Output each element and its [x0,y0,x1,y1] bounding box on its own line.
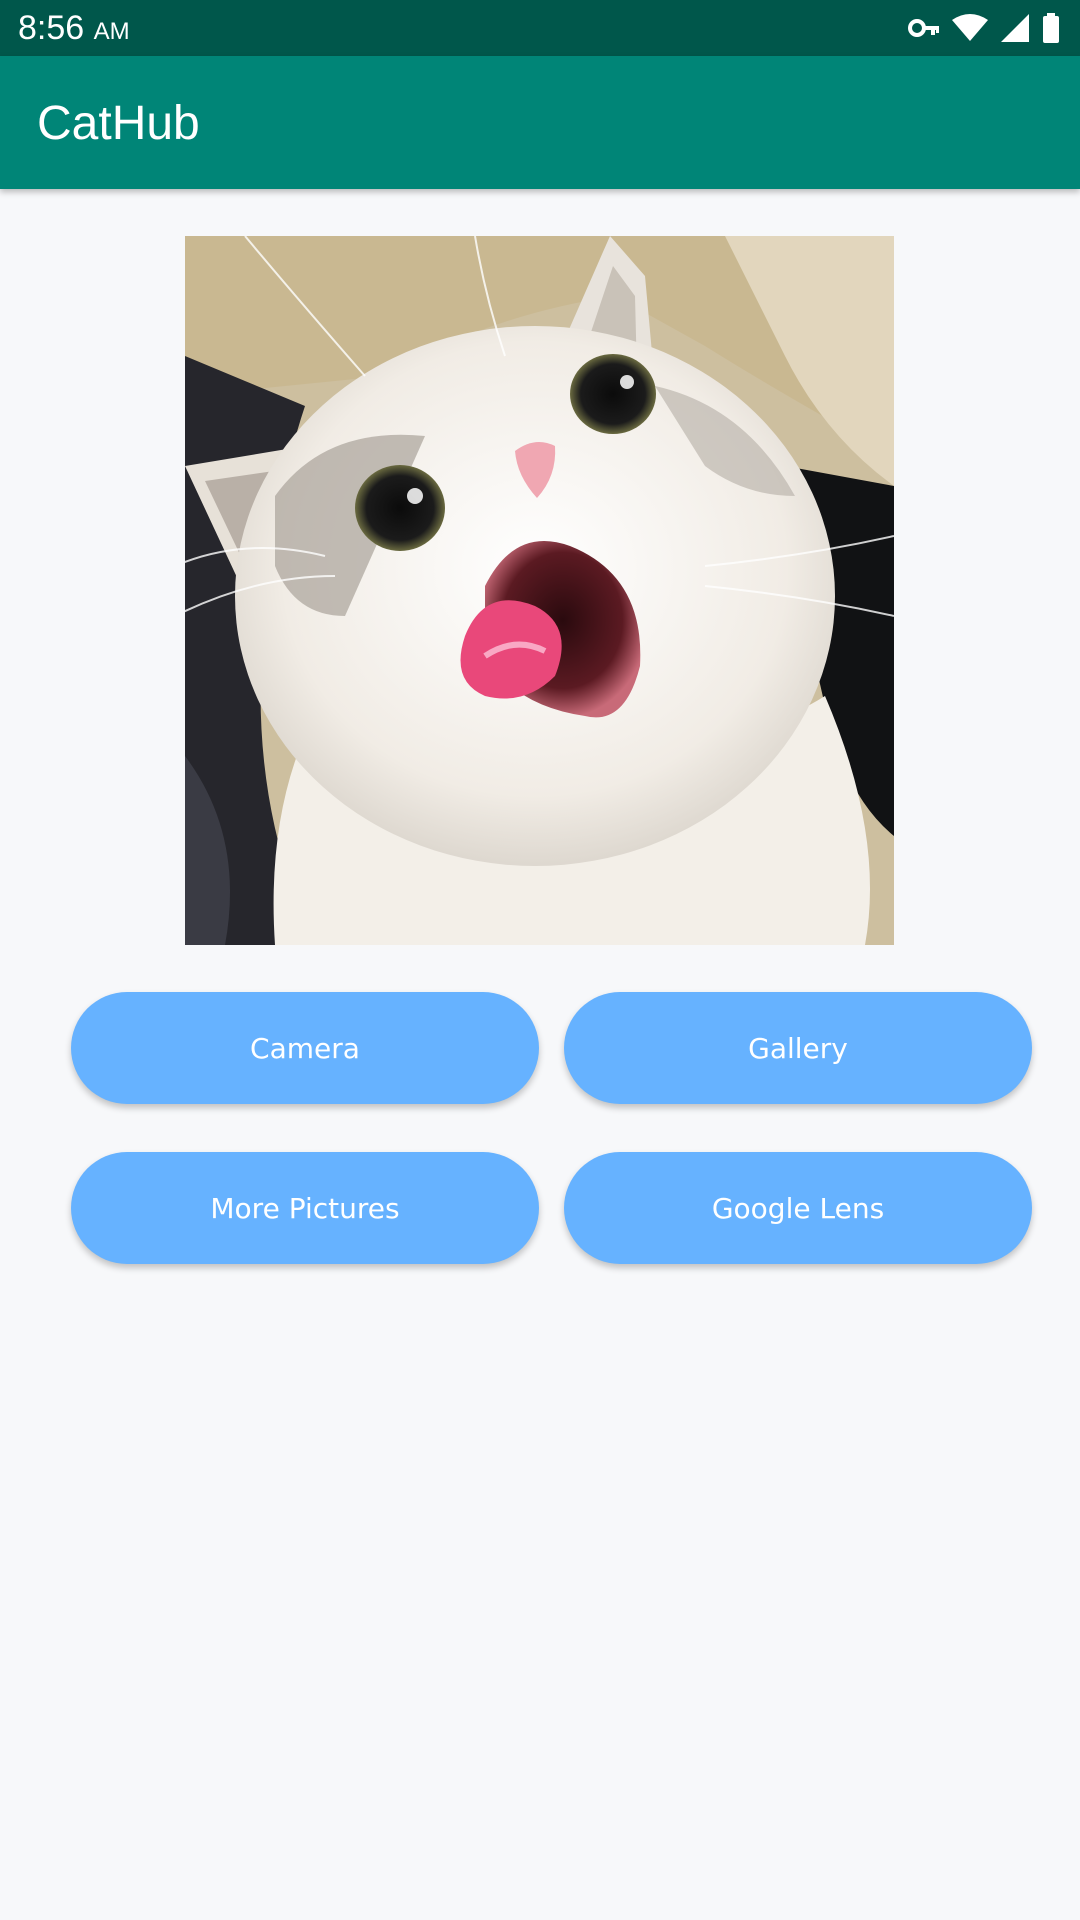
battery-icon [1042,13,1060,43]
gallery-button[interactable]: Gallery [564,992,1032,1104]
app-title: CatHub [37,97,200,150]
vpn-key-icon [908,17,940,39]
cell-signal-icon [1000,13,1030,43]
status-time: 8:56 AM [18,8,130,52]
app-bar: CatHub [0,56,1080,189]
google-lens-button[interactable]: Google Lens [564,1152,1032,1264]
status-bar: 8:56 AM [0,0,1080,56]
status-time-ampm: AM [93,18,130,45]
wifi-icon [952,14,988,42]
camera-button[interactable]: Camera [71,992,539,1104]
status-time-value: 8:56 [18,9,85,47]
more-pictures-button[interactable]: More Pictures [71,1152,539,1264]
status-icons [908,12,1060,44]
cat-photo [185,236,894,945]
